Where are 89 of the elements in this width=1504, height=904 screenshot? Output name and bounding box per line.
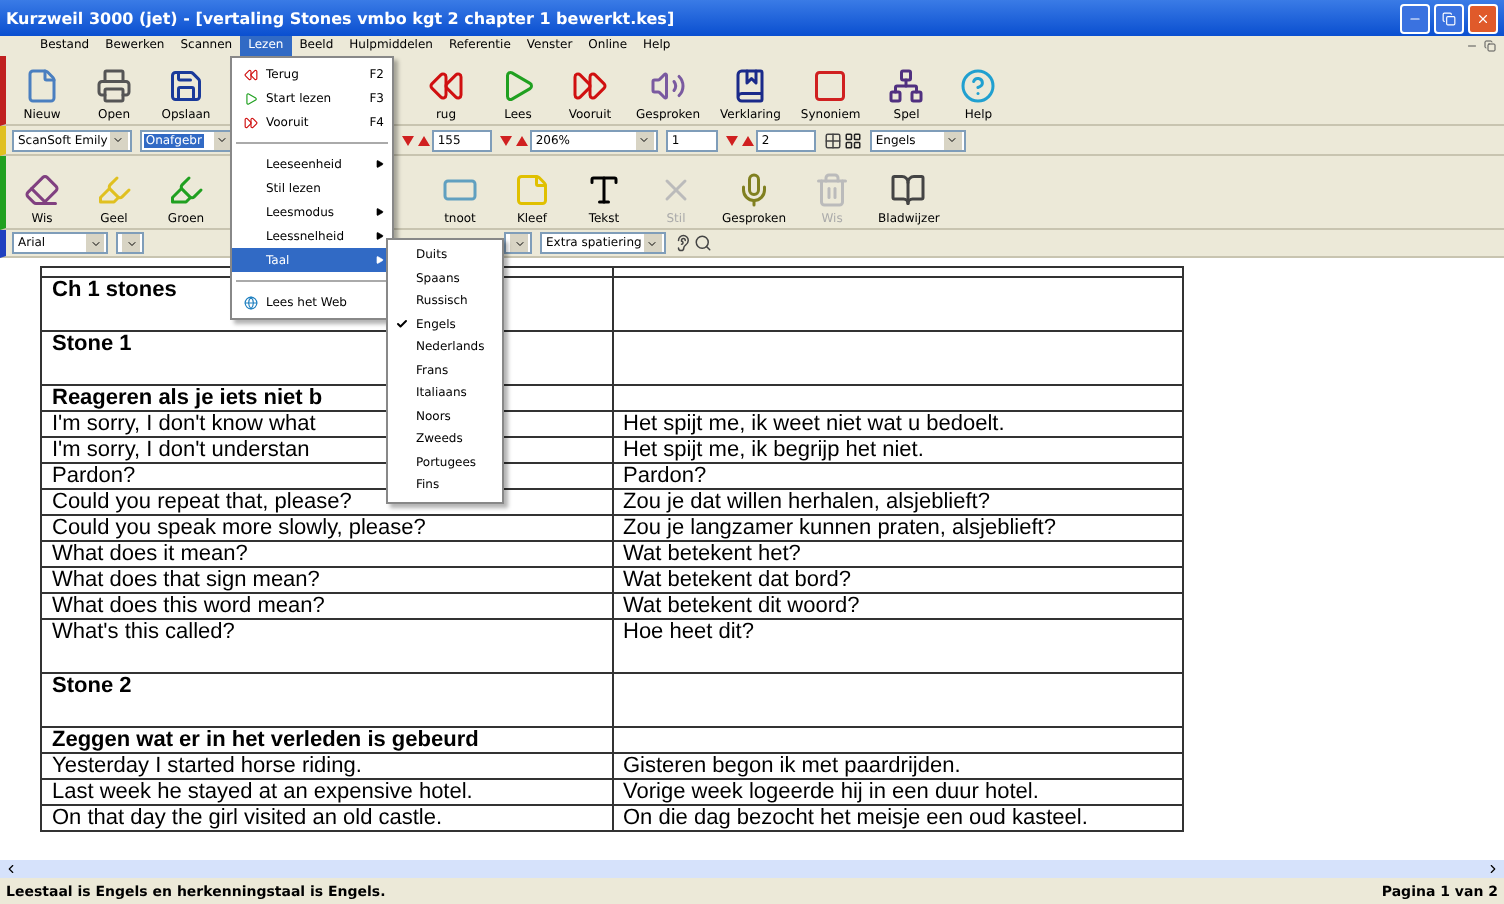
letter-icon xyxy=(586,172,622,208)
table-cell-text: Stone 1 xyxy=(52,332,132,356)
fast-forward-icon xyxy=(243,115,257,129)
table-cell-text: Zou je langzamer kunnen praten, alsjeblieft? xyxy=(623,516,1056,540)
caret-icon xyxy=(125,237,137,249)
table-cell-text: Pardon? xyxy=(623,464,707,488)
dropdown-button[interactable] xyxy=(86,234,104,252)
speaker-icon xyxy=(650,68,687,104)
spin-arrows-icon[interactable] xyxy=(499,133,528,147)
table-cell-text: What's this called? xyxy=(52,620,235,644)
close-button[interactable] xyxy=(1468,3,1498,33)
table-cell-text: What does this word mean? xyxy=(52,594,325,618)
table-cell-text: Zeggen wat er in het verleden is gebeurd xyxy=(52,728,479,752)
eraser-icon xyxy=(24,172,60,208)
book-icon xyxy=(732,68,769,104)
dropdown-button[interactable] xyxy=(643,234,662,252)
submenu-arrow-icon xyxy=(376,231,384,239)
caret-icon xyxy=(112,134,125,146)
trash-icon xyxy=(814,172,851,208)
document-icon xyxy=(24,68,60,104)
sticky-note-icon xyxy=(514,172,550,208)
connected-blocks-icon xyxy=(888,68,925,104)
table-cell-text: Het spijt me, ik weet niet wat u bedoelt. xyxy=(623,412,1005,436)
dropdown-button[interactable] xyxy=(943,131,962,149)
table-cell-text: Gisteren begon ik met paardrijden. xyxy=(623,754,961,778)
minimize-button[interactable] xyxy=(1400,3,1430,33)
scroll-right-icon[interactable] xyxy=(1486,862,1500,876)
table-cell-text: Pardon? xyxy=(52,464,136,488)
globe-icon xyxy=(243,295,257,309)
save-icon xyxy=(168,68,204,104)
table-cell-text: Reageren als je iets niet b xyxy=(52,386,323,410)
dropdown-button[interactable] xyxy=(109,131,128,149)
combo-box[interactable] xyxy=(504,232,532,254)
table-cell-text: What does that sign mean? xyxy=(52,568,320,592)
table-cell-text: Yesterday I started horse riding. xyxy=(52,754,362,778)
table-cell-text: I'm sorry, I don't know what xyxy=(52,412,316,436)
table-cell-text: Ch 1 stones xyxy=(52,278,177,302)
caret-icon xyxy=(946,134,959,146)
table-cell-text: Stone 2 xyxy=(52,674,132,698)
scroll-left-icon[interactable] xyxy=(4,862,18,876)
help-icon xyxy=(960,68,997,104)
square-icon xyxy=(812,68,849,104)
table-cell-text: Vorige week logeerde hij in een duur hotel. xyxy=(623,780,1039,804)
restore-icon[interactable] xyxy=(1484,40,1496,52)
highlighter-icon xyxy=(168,172,204,208)
caret-icon xyxy=(646,237,659,249)
play-icon xyxy=(243,91,257,105)
layout-icon[interactable] xyxy=(843,131,862,149)
caret-icon xyxy=(89,237,101,249)
table-cell-text: Wat betekent dit woord? xyxy=(623,594,860,618)
submenu-arrow-icon xyxy=(376,207,384,215)
caret-icon xyxy=(513,237,525,249)
spin-arrows-icon[interactable] xyxy=(401,133,430,147)
ear-icon[interactable] xyxy=(673,234,692,252)
dropdown-button[interactable] xyxy=(122,234,140,252)
rewind-icon xyxy=(243,67,257,81)
grid-icon[interactable] xyxy=(823,131,842,149)
table-cell-text: On die dag bezocht het meisje een oud kasteel. xyxy=(623,806,1088,830)
table-cell-text: Hoe heet dit? xyxy=(623,620,754,644)
dropdown-button[interactable] xyxy=(635,131,654,149)
caret-icon xyxy=(638,134,651,146)
table-cell-text: What does it mean? xyxy=(52,542,248,566)
combo-box[interactable] xyxy=(116,232,144,254)
submenu-arrow-icon xyxy=(376,159,384,167)
printer-icon xyxy=(96,68,132,104)
highlighter-icon xyxy=(96,172,132,208)
dropdown-button[interactable] xyxy=(213,131,232,149)
horizontal-scrollbar[interactable] xyxy=(0,860,1504,878)
table-cell-text: Wat betekent dat bord? xyxy=(623,568,851,592)
close-icon xyxy=(1476,11,1490,25)
spin-arrows-icon[interactable] xyxy=(725,133,754,147)
table-cell-text: On that day the girl visited an old castle. xyxy=(52,806,443,830)
dropdown-button[interactable] xyxy=(510,234,528,252)
table-cell-text: Last week he stayed at an expensive hotel. xyxy=(52,780,473,804)
table-cell-text: I'm sorry, I don't understan xyxy=(52,438,310,462)
rewind-icon xyxy=(428,68,464,104)
table-cell-text: Could you speak more slowly, please? xyxy=(52,516,426,540)
play-icon xyxy=(500,68,536,104)
table-cell-text: Wat betekent het? xyxy=(623,542,801,566)
table-cell-text: Het spijt me, ik begrijp het niet. xyxy=(623,438,924,462)
table-cell-text: Could you repeat that, please? xyxy=(52,490,352,514)
maximize-button[interactable] xyxy=(1434,3,1464,33)
search-icon[interactable] xyxy=(693,234,712,252)
window-title: Kurzweil 3000 (jet) - [vertaling Stones vmbo kgt 2 chapter 1 bewerkt.kes] xyxy=(6,9,675,27)
book-icon xyxy=(890,172,927,208)
fast-forward-icon xyxy=(572,68,608,104)
caret-icon xyxy=(216,134,229,146)
restore-icon xyxy=(1442,11,1456,25)
table-cell-text: Zou je dat willen herhalen, alsjeblieft? xyxy=(623,490,990,514)
